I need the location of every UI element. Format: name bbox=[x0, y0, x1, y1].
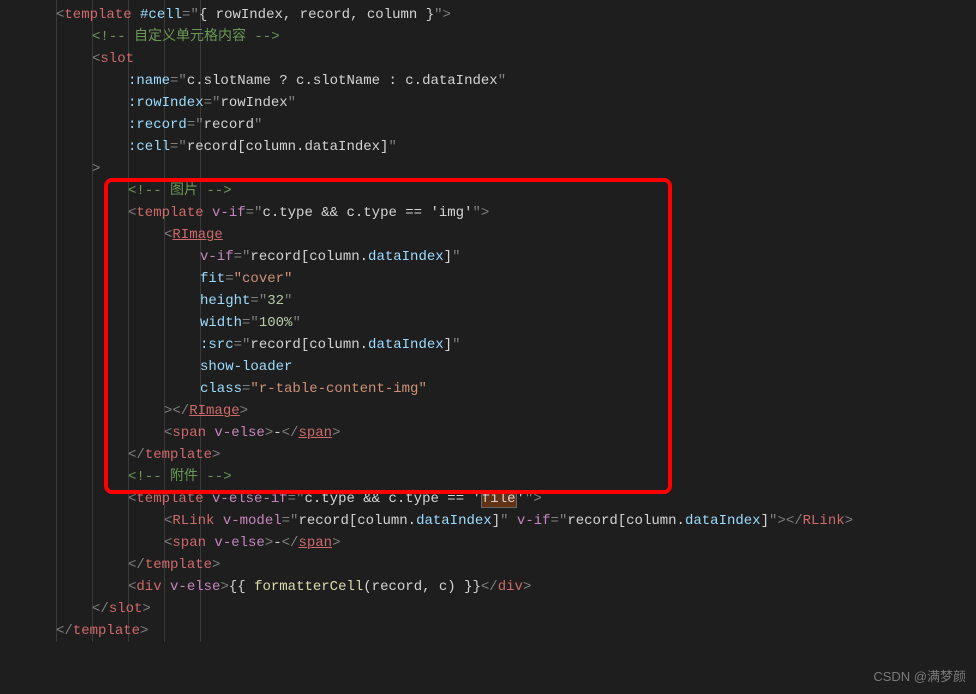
code-line[interactable]: </template> bbox=[0, 620, 976, 642]
code-line[interactable]: > bbox=[0, 158, 976, 180]
code-line[interactable]: <div v-else>{{ formatterCell(record, c) … bbox=[0, 576, 976, 598]
code-line[interactable]: :src="record[column.dataIndex]" bbox=[0, 334, 976, 356]
code-line[interactable]: class="r-table-content-img" bbox=[0, 378, 976, 400]
code-line[interactable]: :name="c.slotName ? c.slotName : c.dataI… bbox=[0, 70, 976, 92]
code-line[interactable]: <!-- 自定义单元格内容 --> bbox=[0, 26, 976, 48]
code-editor[interactable]: <template #cell="{ rowIndex, record, col… bbox=[0, 0, 976, 642]
code-container: <template #cell="{ rowIndex, record, col… bbox=[0, 4, 976, 642]
code-line[interactable]: <!-- 附件 --> bbox=[0, 466, 976, 488]
code-line[interactable]: <!-- 图片 --> bbox=[0, 180, 976, 202]
code-line[interactable]: height="32" bbox=[0, 290, 976, 312]
code-line[interactable]: :record="record" bbox=[0, 114, 976, 136]
code-line[interactable]: <template #cell="{ rowIndex, record, col… bbox=[0, 4, 976, 26]
code-line[interactable]: <template v-if="c.type && c.type == 'img… bbox=[0, 202, 976, 224]
code-line[interactable]: width="100%" bbox=[0, 312, 976, 334]
code-line[interactable]: ></RImage> bbox=[0, 400, 976, 422]
code-line[interactable]: :cell="record[column.dataIndex]" bbox=[0, 136, 976, 158]
code-line[interactable]: <span v-else>-</span> bbox=[0, 422, 976, 444]
code-line[interactable]: <span v-else>-</span> bbox=[0, 532, 976, 554]
code-line[interactable]: :rowIndex="rowIndex" bbox=[0, 92, 976, 114]
watermark: CSDN @满梦颜 bbox=[873, 666, 966, 688]
code-line[interactable]: <RImage bbox=[0, 224, 976, 246]
code-line[interactable]: <RLink v-model="record[column.dataIndex]… bbox=[0, 510, 976, 532]
code-line[interactable]: <template v-else-if="c.type && c.type ==… bbox=[0, 488, 976, 510]
code-line[interactable]: fit="cover" bbox=[0, 268, 976, 290]
code-line[interactable]: <slot bbox=[0, 48, 976, 70]
code-line[interactable]: v-if="record[column.dataIndex]" bbox=[0, 246, 976, 268]
code-line[interactable]: </template> bbox=[0, 554, 976, 576]
code-line[interactable]: show-loader bbox=[0, 356, 976, 378]
code-line[interactable]: </template> bbox=[0, 444, 976, 466]
code-line[interactable]: </slot> bbox=[0, 598, 976, 620]
